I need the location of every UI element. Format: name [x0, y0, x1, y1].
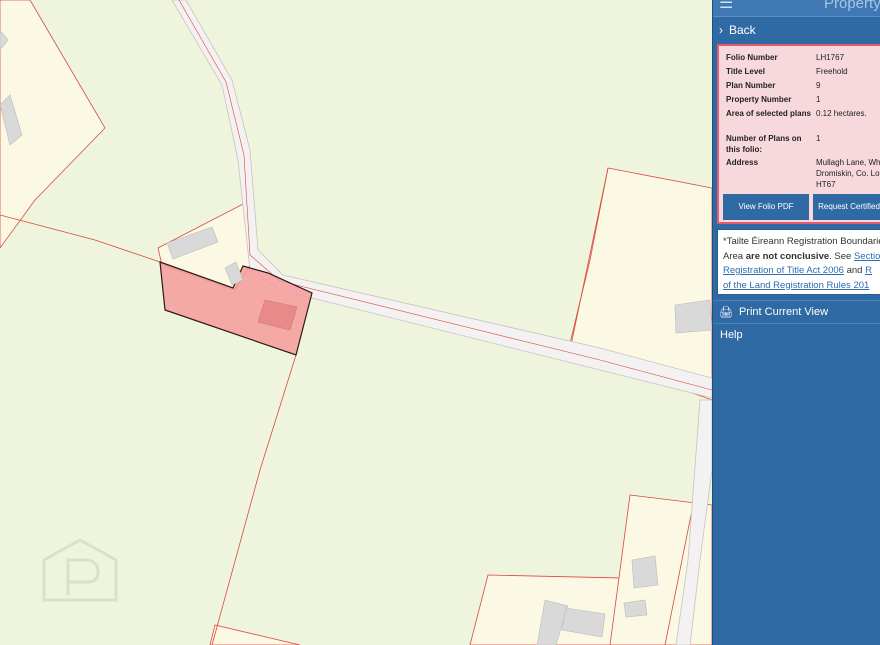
land-registration-rules-link[interactable]: of the Land Registration Rules 201	[723, 280, 869, 291]
side-panel: ☰ Property › Back Folio Number LH1767 Ti…	[712, 0, 880, 645]
plan-number-label: Plan Number	[726, 81, 776, 90]
help-link[interactable]: Help	[720, 329, 743, 341]
panel-header: ☰ Property	[713, 0, 880, 17]
panel-title: Property	[824, 0, 880, 12]
map-svg[interactable]	[0, 0, 712, 645]
address-line-1: Mullagh Lane, Wh	[816, 158, 880, 167]
notice-line-1: *Tailte Éireann Registration Boundaries	[723, 236, 880, 247]
address-line-3: HT67	[816, 180, 836, 189]
building	[631, 555, 659, 589]
chevron-right-icon: ›	[719, 23, 723, 37]
title-level-value: Freehold	[816, 67, 848, 76]
property-number-label: Property Number	[726, 95, 792, 104]
print-current-view-button[interactable]: 🖨 Print Current View	[713, 300, 880, 324]
printer-icon: 🖨	[719, 306, 733, 319]
property-number-value: 1	[816, 95, 821, 104]
registration-notice: *Tailte Éireann Registration Boundaries …	[717, 229, 880, 295]
folio-number-value: LH1767	[816, 53, 845, 62]
notice-line-2: Area are not conclusive. See Section	[723, 250, 880, 265]
back-label: Back	[729, 23, 756, 37]
area-label: Area of selected plans	[726, 109, 811, 118]
plans-count-value: 1	[816, 134, 821, 143]
address-value: Mullagh Lane, Wh Dromiskin, Co. Lo HT67	[816, 157, 880, 190]
back-button[interactable]: › Back	[713, 17, 880, 43]
notice-text: Area	[723, 250, 746, 262]
print-label: Print Current View	[738, 306, 829, 318]
address-label: Address	[726, 158, 759, 167]
section-link[interactable]: Section	[854, 251, 880, 262]
notice-text: . See	[829, 250, 854, 262]
notice-text: and	[843, 265, 866, 276]
building	[674, 299, 712, 334]
address-line-2: Dromiskin, Co. Lo	[816, 169, 880, 178]
plans-count-label: Number of Plans on this folio:	[726, 134, 802, 154]
view-folio-pdf-button[interactable]: View Folio PDF	[723, 194, 809, 220]
building	[623, 599, 648, 618]
notice-bold-text: are not conclusive	[745, 250, 830, 262]
request-certified-button[interactable]: Request Certified	[813, 194, 880, 220]
rules-link[interactable]: R	[865, 265, 872, 276]
map-canvas[interactable]	[0, 0, 712, 645]
title-level-label: Title Level	[726, 67, 765, 76]
plan-number-value: 9	[816, 81, 821, 90]
notice-line-4: of the Land Registration Rules 201	[723, 279, 880, 294]
area-value: 0.12 hectares.	[816, 109, 867, 118]
folio-number-label: Folio Number	[726, 53, 778, 62]
notice-line-3: Registration of Title Act 2006 and R	[723, 264, 880, 279]
hamburger-icon[interactable]: ☰	[719, 0, 733, 12]
registration-act-link[interactable]: Registration of Title Act 2006	[723, 265, 844, 276]
folio-info-card: Folio Number LH1767 Title Level Freehold…	[717, 44, 880, 224]
